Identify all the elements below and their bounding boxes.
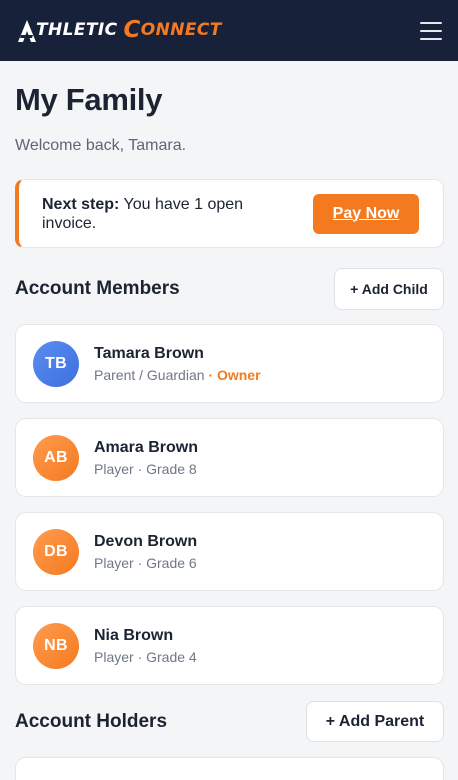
avatar: NB: [33, 622, 79, 669]
top-navbar: THLETIC C ONNECT: [0, 0, 458, 61]
account-members-title: Account Members: [15, 278, 180, 299]
member-name: Tamara Brown: [94, 344, 204, 362]
avatar: DB: [33, 528, 79, 575]
member-info: Devon Brown Player · Grade 6: [94, 532, 197, 572]
member-role: Player · Grade 8: [94, 460, 197, 477]
member-card-amara-brown[interactable]: AB Amara Brown Player · Grade 8: [15, 418, 444, 497]
owner-badge: · Owner: [204, 366, 261, 383]
member-card-nia-brown[interactable]: NB Nia Brown Player · Grade 4: [15, 606, 444, 685]
logo-connect-text: ONNECT: [140, 20, 222, 40]
hamburger-menu-icon[interactable]: [420, 21, 442, 40]
member-name: Nia Brown: [94, 626, 174, 644]
account-holders-title: Account Holders: [15, 710, 168, 732]
member-role-text: Parent / Guardian: [94, 366, 205, 383]
member-role: Player · Grade 6: [94, 554, 197, 571]
notice-text: Next step: You have 1 open invoice.: [42, 195, 272, 233]
avatar: AB: [33, 434, 79, 481]
account-members-list: TB Tamara Brown Parent / Guardian · Owne…: [15, 324, 444, 685]
member-name: Devon Brown: [94, 532, 198, 550]
logo-a-mark-icon: [18, 19, 36, 42]
athletic-connect-logo[interactable]: THLETIC C ONNECT: [18, 16, 222, 46]
welcome-message: Welcome back, Tamara.: [15, 137, 187, 154]
member-info: Tamara Brown Parent / Guardian · Owner: [94, 344, 261, 384]
account-holder-card[interactable]: [15, 757, 444, 780]
main-content: My Family Welcome back, Tamara. Next ste…: [0, 82, 458, 780]
add-parent-button[interactable]: + Add Parent: [306, 701, 444, 742]
member-card-devon-brown[interactable]: DB Devon Brown Player · Grade 6: [15, 512, 444, 591]
account-holders-header: Account Holders + Add Parent: [15, 701, 444, 742]
notice-label: Next step:: [42, 195, 120, 213]
logo-athletic-text: THLETIC: [36, 20, 118, 40]
account-members-header: Account Members + Add Child: [15, 268, 444, 310]
member-role: Parent / Guardian · Owner: [94, 366, 261, 384]
member-role: Player · Grade 4: [94, 648, 197, 665]
avatar: TB: [33, 340, 79, 387]
page-title: My Family: [15, 82, 163, 117]
pay-now-button[interactable]: Pay Now: [313, 193, 419, 234]
add-child-button[interactable]: + Add Child: [334, 268, 444, 310]
logo-connect-initial: C: [123, 17, 141, 43]
member-card-tamara-brown[interactable]: TB Tamara Brown Parent / Guardian · Owne…: [15, 324, 444, 403]
member-info: Amara Brown Player · Grade 8: [94, 438, 198, 478]
member-info: Nia Brown Player · Grade 4: [94, 626, 197, 666]
member-name: Amara Brown: [94, 438, 199, 456]
next-step-notice: Next step: You have 1 open invoice. Pay …: [15, 179, 444, 248]
